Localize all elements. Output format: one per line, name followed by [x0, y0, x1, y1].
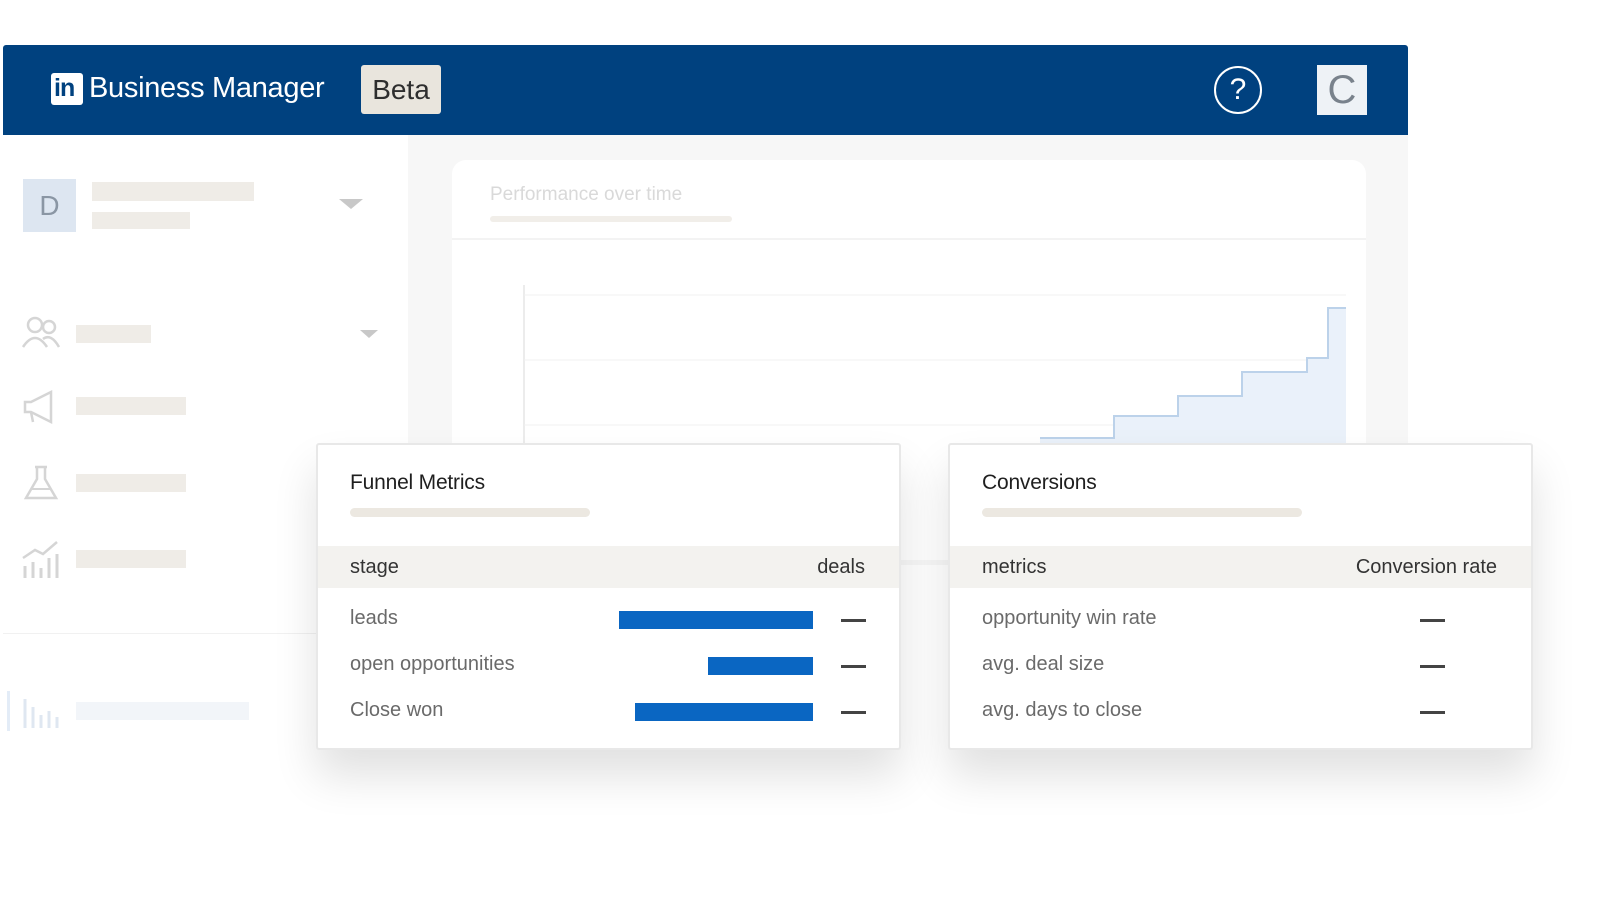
- conversions-table-header: metrics Conversion rate: [950, 546, 1531, 588]
- user-avatar[interactable]: C: [1317, 65, 1367, 115]
- sidebar-item-tests-placeholder[interactable]: [76, 474, 186, 492]
- table-row[interactable]: open opportunities: [318, 651, 899, 681]
- row-value-dash: [841, 619, 866, 622]
- conversions-card: Conversions metrics Conversion rate oppo…: [948, 443, 1533, 750]
- column-header-metrics: metrics: [982, 556, 1047, 578]
- row-value-dash: [1420, 711, 1445, 714]
- row-value-dash: [841, 665, 866, 668]
- column-header-conversion-rate: Conversion rate: [1355, 556, 1497, 578]
- help-icon[interactable]: ?: [1214, 66, 1262, 114]
- sidebar-item-analytics-placeholder[interactable]: [76, 550, 186, 568]
- linkedin-logo-icon: in: [51, 72, 83, 105]
- column-header-deals: deals: [817, 556, 865, 578]
- table-row[interactable]: leads: [318, 605, 899, 635]
- account-name-placeholder: [92, 182, 254, 201]
- account-switcher-chevron-down-icon[interactable]: [339, 199, 363, 209]
- funnel-bar: [635, 703, 813, 721]
- row-label: avg. days to close: [982, 699, 1143, 721]
- table-row[interactable]: avg. days to close: [950, 697, 1531, 727]
- chart-growth-icon[interactable]: [21, 540, 61, 580]
- logo-text: in: [54, 73, 75, 102]
- beta-badge: Beta: [361, 65, 441, 114]
- funnel-table-header: stage deals: [318, 546, 899, 588]
- funnel-title: Funnel Metrics: [350, 471, 485, 494]
- sidebar-item-insights-placeholder[interactable]: [76, 702, 249, 720]
- people-icon[interactable]: [21, 315, 61, 349]
- flask-icon[interactable]: [21, 465, 61, 501]
- row-label: Close won: [350, 699, 444, 721]
- account-id-placeholder: [92, 212, 190, 229]
- row-label: avg. deal size: [982, 653, 1105, 675]
- funnel-title-underline: [350, 508, 590, 517]
- account-avatar[interactable]: D: [23, 179, 76, 232]
- row-label: open opportunities: [350, 653, 515, 675]
- conversions-title: Conversions: [982, 471, 1097, 494]
- row-label: opportunity win rate: [982, 607, 1157, 629]
- table-row[interactable]: opportunity win rate: [950, 605, 1531, 635]
- brand[interactable]: in Business Manager: [51, 72, 325, 105]
- megaphone-icon[interactable]: [21, 390, 61, 424]
- performance-title-underline: [490, 216, 732, 222]
- row-label: leads: [350, 607, 398, 629]
- sidebar-item-audiences-placeholder[interactable]: [76, 325, 151, 343]
- sidebar-item-campaigns-placeholder[interactable]: [76, 397, 186, 415]
- row-value-dash: [841, 711, 866, 714]
- row-value-dash: [1420, 619, 1445, 622]
- app-title: Business Manager: [89, 72, 325, 104]
- funnel-metrics-card: Funnel Metrics stage deals leads open op…: [316, 443, 901, 750]
- column-header-stage: stage: [350, 556, 399, 578]
- table-row[interactable]: avg. deal size: [950, 651, 1531, 681]
- performance-title: Performance over time: [490, 184, 683, 205]
- table-row[interactable]: Close won: [318, 697, 899, 727]
- conversions-title-underline: [982, 508, 1302, 517]
- top-navigation-bar: in Business Manager Beta ? C: [3, 45, 1408, 135]
- bar-chart-icon[interactable]: [21, 695, 61, 729]
- funnel-bar: [619, 611, 813, 629]
- active-indicator: [7, 691, 10, 731]
- audiences-chevron-down-icon[interactable]: [360, 330, 378, 338]
- funnel-bar: [708, 657, 813, 675]
- row-value-dash: [1420, 665, 1445, 668]
